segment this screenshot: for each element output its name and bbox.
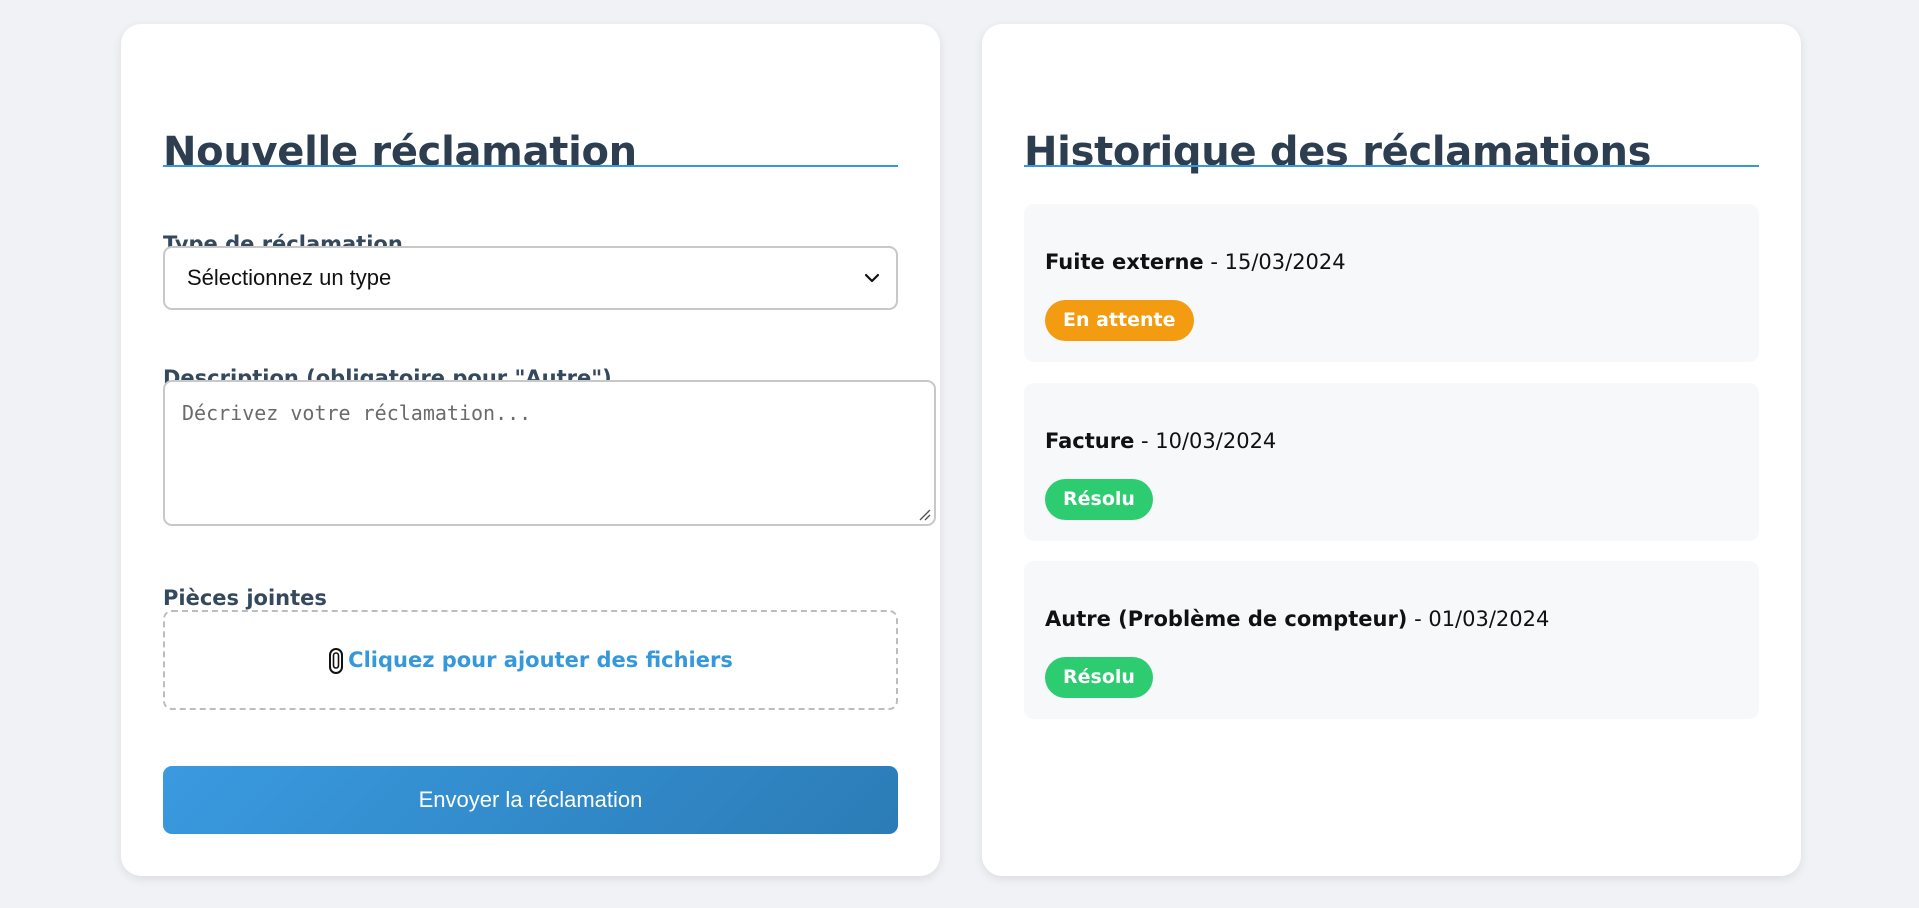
- status-badge: Résolu: [1045, 657, 1153, 698]
- history-item-type: Autre (Problème de compteur): [1045, 607, 1408, 631]
- resize-handle-icon[interactable]: [917, 507, 931, 521]
- title-divider: [1024, 165, 1759, 167]
- history-item: Autre (Problème de compteur) - 01/03/202…: [1024, 561, 1759, 719]
- status-badge: En attente: [1045, 300, 1194, 341]
- history-item-type: Fuite externe: [1045, 250, 1204, 274]
- submit-claim-button[interactable]: Envoyer la réclamation: [163, 766, 898, 834]
- title-divider: [163, 165, 898, 167]
- new-claim-card: Nouvelle réclamation Type de réclamation…: [121, 24, 940, 876]
- paperclip-icon: [329, 648, 344, 674]
- history-item-date: - 01/03/2024: [1407, 607, 1550, 631]
- status-badge: Résolu: [1045, 479, 1153, 520]
- claims-history-card: Historique des réclamations Fuite extern…: [982, 24, 1801, 876]
- history-item: Fuite externe - 15/03/2024 En attente: [1024, 204, 1759, 362]
- history-item-date: - 15/03/2024: [1203, 250, 1346, 274]
- history-item-date: - 10/03/2024: [1134, 429, 1277, 453]
- description-textarea[interactable]: Décrivez votre réclamation...: [163, 380, 936, 526]
- history-title: Historique des réclamations: [1024, 129, 1652, 175]
- new-claim-title: Nouvelle réclamation: [163, 129, 637, 175]
- claim-type-select[interactable]: Sélectionnez un type: [163, 246, 898, 310]
- description-placeholder: Décrivez votre réclamation...: [182, 401, 532, 425]
- history-item: Facture - 10/03/2024 Résolu: [1024, 383, 1759, 541]
- attachments-label: Pièces jointes: [163, 586, 327, 610]
- attachments-dropzone[interactable]: Cliquez pour ajouter des fichiers: [163, 610, 898, 710]
- history-item-type: Facture: [1045, 429, 1135, 453]
- attachments-prompt[interactable]: Cliquez pour ajouter des fichiers: [348, 648, 733, 672]
- claim-type-select-value: Sélectionnez un type: [187, 265, 392, 290]
- chevron-down-icon: [864, 273, 880, 283]
